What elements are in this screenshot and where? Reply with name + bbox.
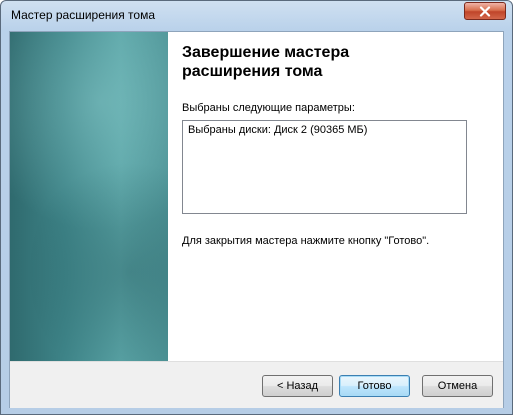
wizard-side-banner: [10, 32, 168, 361]
title-bar[interactable]: Мастер расширения тома: [1, 1, 512, 31]
page-title: Завершение мастера расширения тома: [182, 43, 482, 81]
selected-params-text: Выбраны диски: Диск 2 (90365 МБ): [188, 124, 368, 136]
cancel-button[interactable]: Отмена: [422, 375, 493, 397]
close-icon: [479, 5, 491, 17]
window-title: Мастер расширения тома: [11, 8, 155, 22]
page-title-line1: Завершение мастера: [182, 44, 350, 61]
button-bar: < Назад Готово Отмена: [10, 362, 503, 408]
close-button[interactable]: [464, 2, 506, 20]
selected-params-box[interactable]: Выбраны диски: Диск 2 (90365 МБ): [182, 120, 467, 214]
wizard-client-area: Завершение мастера расширения тома Выбра…: [9, 31, 504, 408]
back-button[interactable]: < Назад: [262, 375, 333, 397]
page-title-line2: расширения тома: [182, 63, 323, 80]
finish-hint-text: Для закрытия мастера нажмите кнопку "Гот…: [182, 235, 430, 247]
selected-params-label: Выбраны следующие параметры:: [182, 102, 355, 114]
finish-button[interactable]: Готово: [339, 375, 410, 397]
wizard-window: Мастер расширения тома Завершение мастер…: [0, 0, 513, 415]
